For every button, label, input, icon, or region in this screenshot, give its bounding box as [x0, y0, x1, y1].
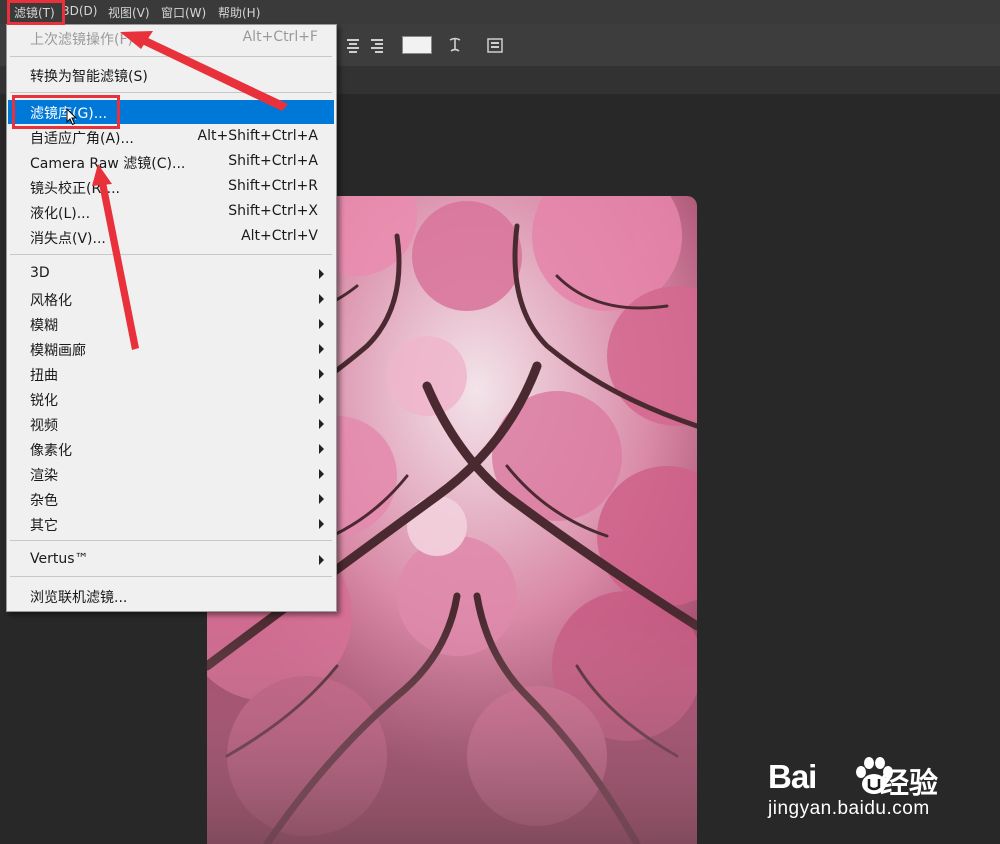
watermark-brand-bai: Bai: [768, 758, 817, 795]
annotation-arrows: [92, 31, 288, 350]
watermark-brand-jingyan: 经验: [880, 766, 939, 800]
watermark-url: jingyan.baidu.com: [768, 798, 930, 819]
baidu-jingyan-watermark: Bai 经验 jingyan.baidu.com: [768, 736, 968, 831]
annotation-arrow-to-menu: [120, 31, 288, 111]
annotation-arrow-to-gallery: [92, 164, 139, 350]
